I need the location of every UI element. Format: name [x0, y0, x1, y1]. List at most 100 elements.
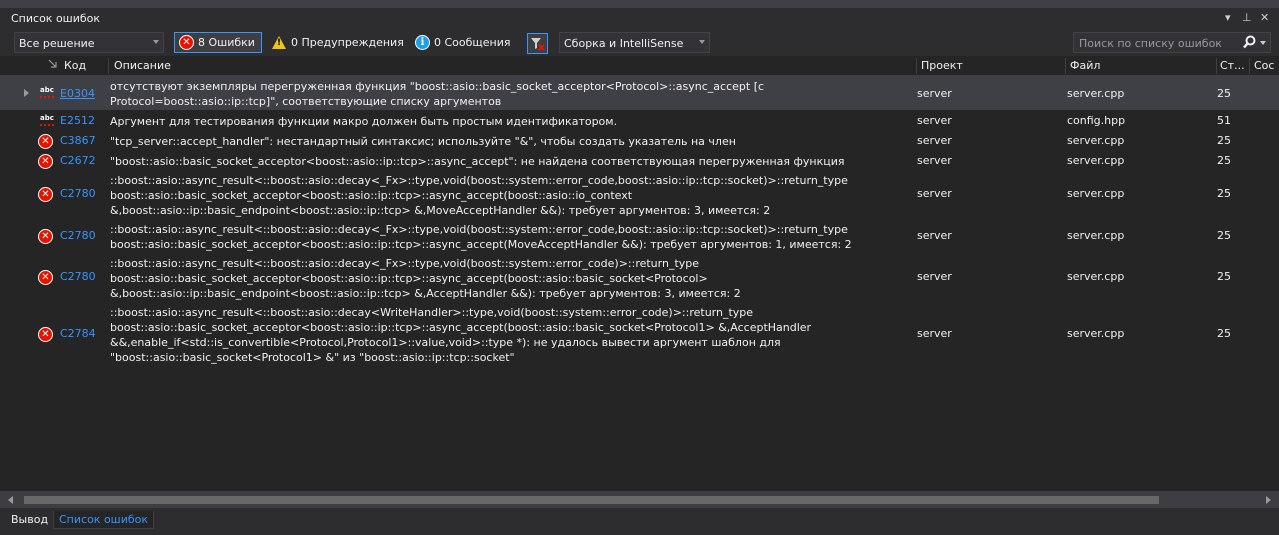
- table-row[interactable]: ✕ C2780 ::boost::asio::async_result<::bo…: [0, 221, 1279, 253]
- error-project: server: [917, 270, 952, 283]
- column-suppression[interactable]: Сос: [1254, 59, 1274, 72]
- error-line: 25: [1217, 154, 1231, 167]
- error-description: ::boost::asio::async_result<::boost::asi…: [110, 223, 852, 251]
- scroll-right-icon[interactable]: [1266, 496, 1271, 504]
- error-file: config.hpp: [1067, 114, 1126, 127]
- intellisense-error-icon: abc: [40, 86, 54, 100]
- pin-icon[interactable]: ⊥: [1242, 11, 1252, 24]
- error-file: server.cpp: [1067, 154, 1125, 167]
- error-icon: ✕: [38, 270, 53, 285]
- error-description: ::boost::asio::async_result<::boost::asi…: [110, 174, 848, 217]
- table-row[interactable]: ✕ C3867 "tcp_server::accept_handler": не…: [0, 132, 1279, 151]
- messages-count-label: 0 Сообщения: [434, 36, 511, 49]
- error-line: 25: [1217, 187, 1231, 200]
- info-icon: i: [415, 35, 430, 50]
- bottom-tab-strip: Вывод Список ошибок: [0, 508, 1279, 535]
- warnings-filter-button[interactable]: ! 0 Предупреждения: [268, 32, 408, 53]
- column-code[interactable]: Код: [64, 59, 86, 72]
- error-code-link[interactable]: C2784: [60, 327, 96, 340]
- warning-icon: !: [272, 36, 286, 49]
- filter-icon: [531, 38, 545, 51]
- column-separator[interactable]: [108, 58, 109, 74]
- tab-error-list[interactable]: Список ошибок: [53, 511, 155, 529]
- error-line: 25: [1217, 270, 1231, 283]
- tab-output[interactable]: Вывод: [6, 511, 53, 529]
- filter-toggle-button[interactable]: [527, 33, 548, 54]
- error-file: server.cpp: [1067, 327, 1125, 340]
- search-placeholder: Поиск по списку ошибок: [1079, 37, 1222, 50]
- error-project: server: [917, 114, 952, 127]
- error-project: server: [917, 229, 952, 242]
- error-file: server.cpp: [1067, 187, 1125, 200]
- error-list-grid: abc E0304 отсутствуют экземпляры перегру…: [0, 76, 1279, 491]
- error-list-toolbar: Все решение ✕ 8 Ошибки ! 0 Предупреждени…: [0, 30, 1279, 56]
- column-options-icon[interactable]: [48, 59, 58, 69]
- error-project: server: [917, 134, 952, 147]
- table-row[interactable]: abc E0304 отсутствуют экземпляры перегру…: [0, 76, 1279, 110]
- warnings-count-label: 0 Предупреждения: [291, 36, 404, 49]
- column-project[interactable]: Проект: [921, 59, 963, 72]
- search-input[interactable]: Поиск по списку ошибок: [1073, 32, 1271, 53]
- error-description: "boost::asio::basic_socket_acceptor<boos…: [110, 155, 845, 168]
- build-source-label: Сборка и IntelliSense: [564, 37, 684, 50]
- error-line: 25: [1217, 134, 1231, 147]
- column-separator[interactable]: [1216, 58, 1217, 74]
- search-options-chevron-icon[interactable]: [1260, 41, 1266, 45]
- scope-dropdown[interactable]: Все решение: [14, 32, 164, 53]
- error-code-link[interactable]: C2780: [60, 187, 96, 200]
- close-icon[interactable]: ✕: [1260, 11, 1269, 24]
- error-description: ::boost::asio::async_result<::boost::asi…: [110, 306, 812, 364]
- messages-filter-button[interactable]: i 0 Сообщения: [411, 32, 515, 53]
- expand-arrow-icon[interactable]: [24, 89, 29, 97]
- error-line: 25: [1217, 229, 1231, 242]
- error-code-link[interactable]: C2780: [60, 229, 96, 242]
- window-title: Список ошибок: [11, 12, 101, 25]
- table-row[interactable]: ✕ C2784 ::boost::asio::async_result<::bo…: [0, 304, 1279, 366]
- chevron-down-icon: [699, 40, 705, 44]
- column-line[interactable]: Ст...: [1220, 59, 1245, 72]
- errors-filter-button[interactable]: ✕ 8 Ошибки: [174, 32, 262, 53]
- error-file: server.cpp: [1067, 87, 1125, 100]
- table-row[interactable]: ✕ C2672 "boost::asio::basic_socket_accep…: [0, 152, 1279, 171]
- error-icon: ✕: [179, 35, 194, 50]
- error-file: server.cpp: [1067, 229, 1125, 242]
- table-row[interactable]: ✕ C2780 ::boost::asio::async_result<::bo…: [0, 255, 1279, 302]
- errors-count-label: 8 Ошибки: [198, 36, 255, 49]
- table-row[interactable]: ✕ C2780 ::boost::asio::async_result<::bo…: [0, 172, 1279, 218]
- column-header-row: Код Описание Проект Файл Ст... Сос: [0, 56, 1279, 76]
- error-code-link[interactable]: C3867: [60, 134, 96, 147]
- error-code-link[interactable]: E0304: [60, 87, 95, 100]
- error-icon: ✕: [38, 154, 53, 169]
- top-border: [0, 0, 1279, 8]
- error-project: server: [917, 154, 952, 167]
- scrollbar-thumb[interactable]: [24, 496, 1159, 504]
- scroll-left-icon[interactable]: [8, 496, 13, 504]
- window-menu-icon[interactable]: ▾: [1225, 11, 1231, 24]
- error-code-link[interactable]: E2512: [60, 114, 95, 127]
- build-source-dropdown[interactable]: Сборка и IntelliSense: [559, 32, 710, 53]
- error-code-link[interactable]: C2780: [60, 270, 96, 283]
- error-icon: ✕: [38, 327, 53, 342]
- column-separator[interactable]: [1249, 58, 1250, 74]
- column-separator[interactable]: [1065, 58, 1066, 74]
- error-code-link[interactable]: C2672: [60, 154, 96, 167]
- error-file: server.cpp: [1067, 134, 1125, 147]
- error-description: отсутствуют экземпляры перегруженная фун…: [110, 80, 765, 108]
- error-project: server: [917, 87, 952, 100]
- tool-window-titlebar: Список ошибок ▾ ⊥ ✕: [0, 8, 1279, 30]
- chevron-down-icon: [153, 40, 159, 44]
- column-file[interactable]: Файл: [1070, 59, 1100, 72]
- error-description: ::boost::asio::async_result<::boost::asi…: [110, 257, 741, 300]
- error-icon: ✕: [38, 134, 53, 149]
- error-line: 25: [1217, 327, 1231, 340]
- search-icon[interactable]: [1243, 35, 1256, 49]
- error-description: "tcp_server::accept_handler": нестандарт…: [110, 135, 736, 148]
- scope-label: Все решение: [19, 37, 95, 50]
- horizontal-scrollbar[interactable]: [0, 491, 1279, 508]
- error-file: server.cpp: [1067, 270, 1125, 283]
- column-separator[interactable]: [916, 58, 917, 74]
- error-icon: ✕: [38, 229, 53, 244]
- error-icon: ✕: [38, 187, 53, 202]
- table-row[interactable]: abc E2512 Аргумент для тестирования функ…: [0, 112, 1279, 131]
- column-description[interactable]: Описание: [114, 59, 171, 72]
